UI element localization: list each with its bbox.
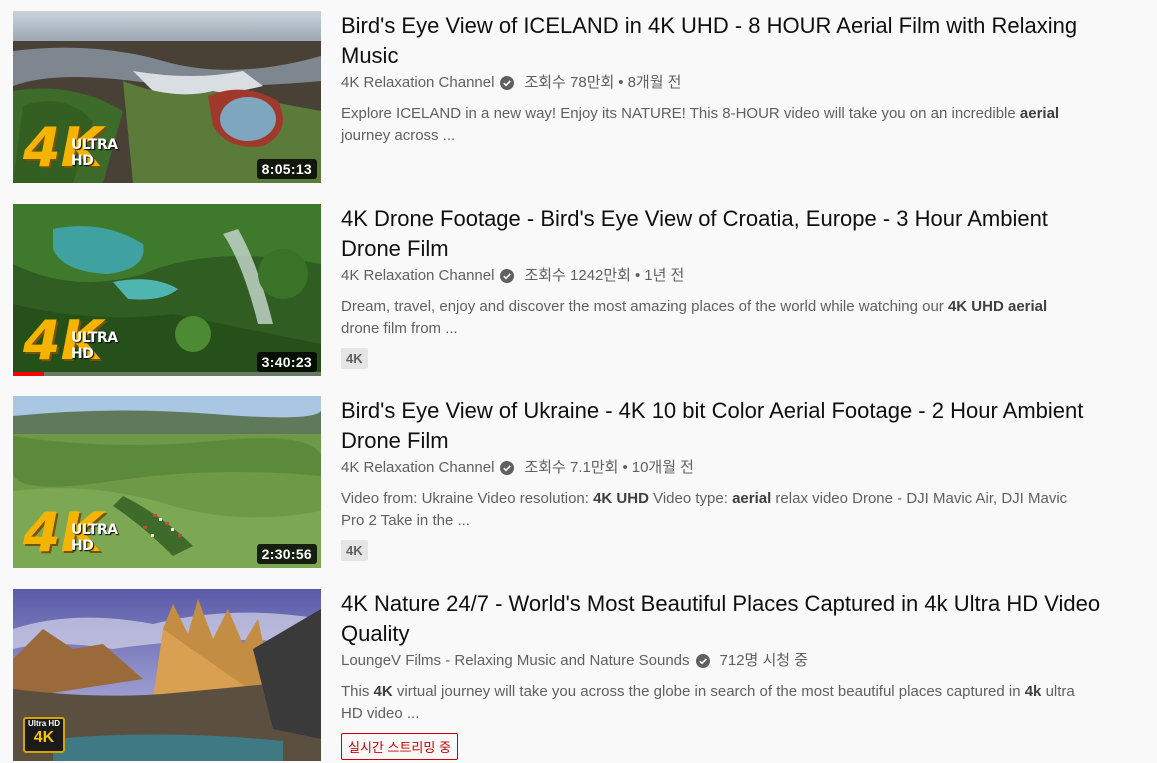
watch-progress-bar — [13, 372, 44, 376]
channel-name[interactable]: LoungeV Films - Relaxing Music and Natur… — [341, 651, 690, 671]
upload-age: 8개월 전 — [627, 74, 682, 91]
video-thumbnail[interactable]: Ultra HD 4K — [13, 589, 321, 761]
video-description: Dream, travel, enjoy and discover the mo… — [341, 298, 1048, 337]
meta-separator: • — [622, 459, 628, 476]
video-result[interactable]: 4K ULTRA HD 2:30:56 Bird's Eye View of U… — [0, 396, 1157, 568]
video-info: 4K Drone Footage - Bird's Eye View of Cr… — [341, 204, 1101, 369]
channel-name[interactable]: 4K Relaxation Channel — [341, 458, 494, 478]
video-meta: LoungeV Films - Relaxing Music and Natur… — [341, 651, 1101, 671]
ultra-hd-logo: 4K ULTRA HD — [23, 501, 118, 564]
live-badge: 실시간 스트리밍 중 — [341, 733, 458, 760]
video-thumbnail[interactable]: 4K ULTRA HD 3:40:23 — [13, 204, 321, 376]
verified-check-icon — [500, 269, 515, 283]
watch-progress-track — [13, 372, 321, 376]
meta-separator: • — [618, 74, 624, 91]
video-title[interactable]: Bird's Eye View of ICELAND in 4K UHD - 8… — [341, 11, 1101, 71]
video-duration: 2:30:56 — [256, 544, 317, 564]
quality-tag: 4K — [341, 540, 368, 561]
live-viewer-count: 712명 시청 중 — [719, 652, 809, 669]
video-info: Bird's Eye View of ICELAND in 4K UHD - 8… — [341, 11, 1101, 147]
ultra-hd-logo: 4K ULTRA HD — [23, 309, 118, 372]
meta-separator: • — [634, 267, 641, 284]
video-description: Explore ICELAND in a new way! Enjoy its … — [341, 105, 1060, 144]
channel-name[interactable]: 4K Relaxation Channel — [341, 266, 494, 286]
verified-check-icon — [500, 461, 515, 475]
quality-tag: 4K — [341, 348, 368, 369]
view-count: 조회수 7.1만회 — [524, 459, 619, 476]
video-duration: 3:40:23 — [256, 352, 317, 372]
view-count: 조회수 78만회 — [524, 74, 615, 91]
upload-age: 10개월 전 — [631, 459, 694, 476]
video-meta: 4K Relaxation Channel 조회수 1242만회 • 1년 전 — [341, 266, 1101, 286]
video-title[interactable]: 4K Drone Footage - Bird's Eye View of Cr… — [341, 204, 1101, 264]
video-meta: 4K Relaxation Channel 조회수 7.1만회 • 10개월 전 — [341, 458, 1101, 478]
video-thumbnail[interactable]: 4K ULTRA HD 8:05:13 — [13, 11, 321, 183]
video-info: 4K Nature 24/7 - World's Most Beautiful … — [341, 589, 1101, 760]
upload-age: 1년 전 — [644, 267, 685, 284]
ultra-hd-logo: 4K ULTRA HD — [23, 116, 118, 179]
video-meta: 4K Relaxation Channel 조회수 78만회 • 8개월 전 — [341, 73, 1101, 93]
video-description: This 4K virtual journey will take you ac… — [341, 683, 1075, 722]
video-result[interactable]: Ultra HD 4K 4K Nature 24/7 - World's Mos… — [0, 589, 1157, 761]
view-count: 조회수 1242만회 — [524, 267, 631, 284]
ultra-hd-badge: Ultra HD 4K — [23, 717, 65, 753]
video-duration: 8:05:13 — [256, 159, 317, 179]
verified-check-icon — [500, 76, 515, 90]
video-title[interactable]: 4K Nature 24/7 - World's Most Beautiful … — [341, 589, 1101, 649]
video-info: Bird's Eye View of Ukraine - 4K 10 bit C… — [341, 396, 1101, 561]
video-result[interactable]: 4K ULTRA HD 3:40:23 4K Drone Footage - B… — [0, 204, 1157, 376]
channel-name[interactable]: 4K Relaxation Channel — [341, 73, 494, 93]
video-thumbnail[interactable]: 4K ULTRA HD 2:30:56 — [13, 396, 321, 568]
video-title[interactable]: Bird's Eye View of Ukraine - 4K 10 bit C… — [341, 396, 1101, 456]
video-description: Video from: Ukraine Video resolution: 4K… — [341, 490, 1068, 529]
video-result[interactable]: 4K ULTRA HD 8:05:13 Bird's Eye View of I… — [0, 11, 1157, 183]
verified-check-icon — [695, 654, 710, 668]
